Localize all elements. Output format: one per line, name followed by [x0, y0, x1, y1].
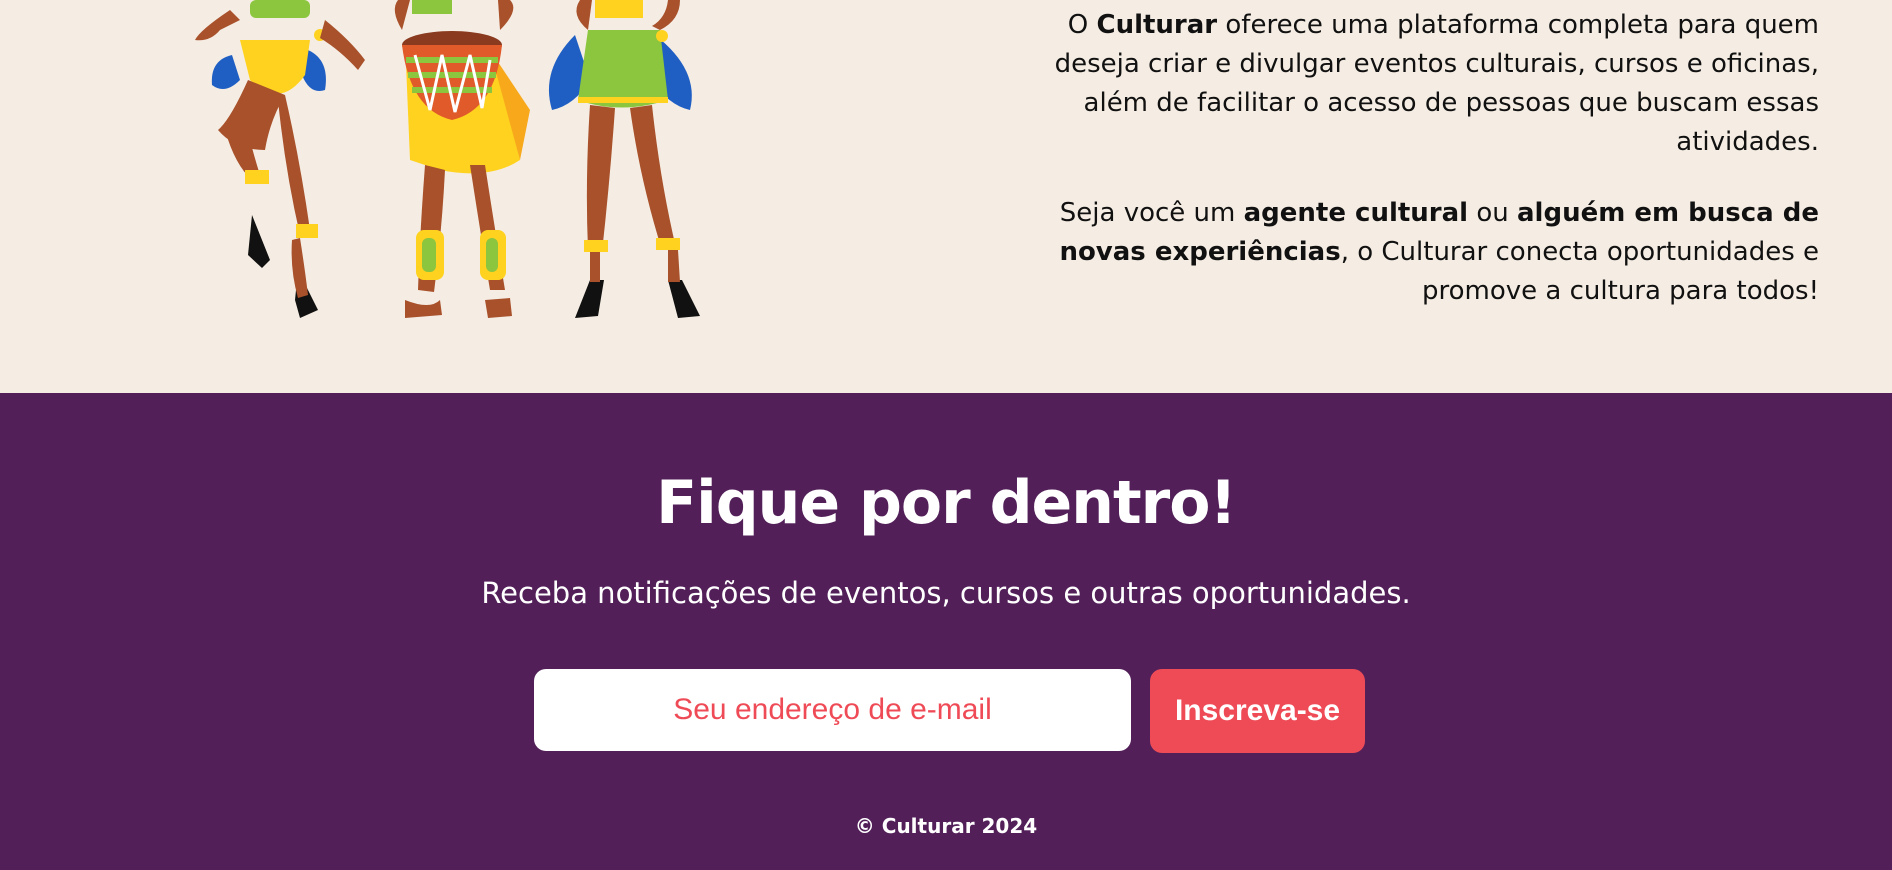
about-paragraph-1: O Culturar oferece uma plataforma comple…	[1019, 6, 1819, 162]
email-input[interactable]	[534, 669, 1131, 751]
highlight-agent: agente cultural	[1243, 198, 1469, 228]
newsletter-section: Fique por dentro! Receba notificações de…	[0, 393, 1892, 870]
about-description: O Culturar oferece uma plataforma comple…	[1019, 6, 1819, 343]
about-text-span: Seja você um	[1059, 198, 1244, 228]
dancer-left	[195, 0, 365, 318]
subscribe-button[interactable]: Inscreva-se	[1150, 669, 1365, 753]
about-section: O Culturar oferece uma plataforma comple…	[0, 0, 1892, 393]
about-text-span: , o Culturar conecta oportunidades e pro…	[1340, 237, 1819, 306]
about-text-span: ou	[1468, 198, 1518, 228]
brand-name: Culturar	[1096, 10, 1218, 40]
copyright-text: © Culturar 2024	[854, 814, 1038, 838]
dancer-middle	[394, 0, 530, 318]
dancer-right	[548, 0, 700, 318]
about-paragraph-2: Seja você um agente cultural ou alguém e…	[1019, 194, 1819, 311]
dancers-illustration	[195, 0, 700, 318]
about-text-span: O	[1067, 10, 1097, 40]
newsletter-title: Fique por dentro!	[656, 468, 1237, 538]
newsletter-subtitle: Receba notificações de eventos, cursos e…	[481, 576, 1411, 610]
